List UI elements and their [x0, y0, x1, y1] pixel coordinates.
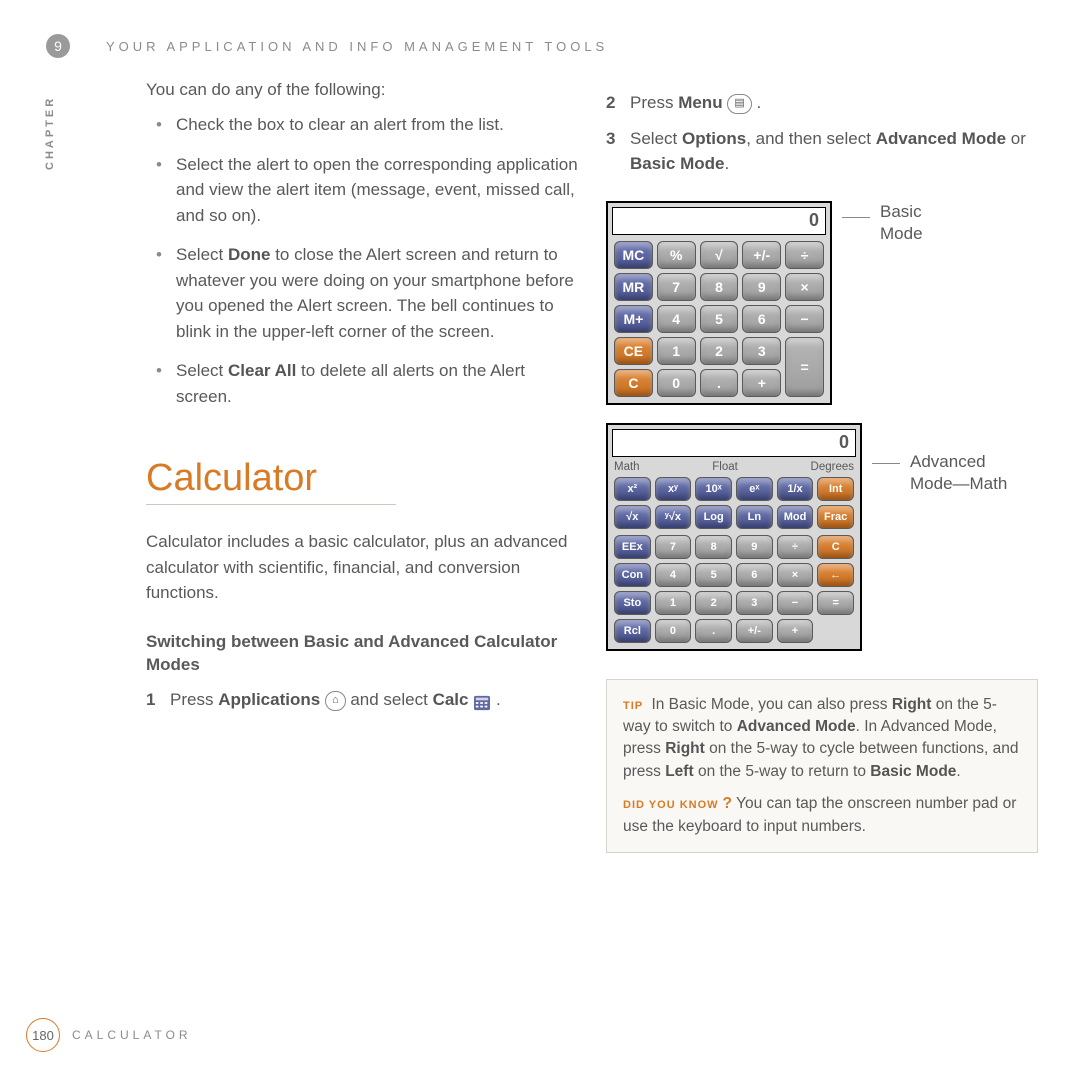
- calc-button[interactable]: MR: [614, 273, 653, 301]
- calc-button[interactable]: 0: [655, 619, 692, 643]
- calc-button[interactable]: 8: [695, 535, 732, 559]
- calc-button[interactable]: 3: [742, 337, 781, 365]
- calc-button[interactable]: 4: [655, 563, 692, 587]
- calc-button[interactable]: 6: [742, 305, 781, 333]
- calc-button[interactable]: 1: [657, 337, 696, 365]
- calc-button[interactable]: 2: [700, 337, 739, 365]
- calc-button[interactable]: EEx: [614, 535, 651, 559]
- calc-button[interactable]: MC: [614, 241, 653, 269]
- calc-button[interactable]: ×: [785, 273, 824, 301]
- calc-button[interactable]: Sto: [614, 591, 651, 615]
- calc-button[interactable]: 4: [657, 305, 696, 333]
- calc-button[interactable]: C: [817, 535, 854, 559]
- tip-box: TIP In Basic Mode, you can also press Ri…: [606, 679, 1038, 854]
- calc-icon: [473, 693, 491, 709]
- calc-button[interactable]: 9: [742, 273, 781, 301]
- adv-tabs: MathFloatDegrees: [612, 461, 856, 475]
- calc-button[interactable]: 2: [695, 591, 732, 615]
- calc-button[interactable]: +: [742, 369, 781, 397]
- dyk-label: DID YOU KNOW: [623, 799, 719, 811]
- bullet-4: Select Clear All to delete all alerts on…: [146, 358, 578, 409]
- calc-button[interactable]: Frac: [817, 505, 854, 529]
- calc-button[interactable]: C: [614, 369, 653, 397]
- step-1: 1 Press Applications ⌂ and select Calc .: [146, 687, 578, 713]
- applications-key-icon: ⌂: [325, 691, 346, 711]
- bullet-3: Select Done to close the Alert screen an…: [146, 242, 578, 344]
- calc-description: Calculator includes a basic calculator, …: [146, 529, 578, 606]
- calc-button[interactable]: 5: [695, 563, 732, 587]
- calculator-basic-figure: 0 MC%√+/-÷MR789×M+456−CE123=C0.+: [606, 201, 832, 405]
- calc-button[interactable]: Log: [695, 505, 732, 529]
- calc-button[interactable]: Mod: [777, 505, 814, 529]
- bullet-1: Check the box to clear an alert from the…: [146, 112, 578, 138]
- calc-button[interactable]: Con: [614, 563, 651, 587]
- basic-mode-label: BasicMode: [880, 201, 923, 245]
- calc-button[interactable]: ×: [777, 563, 814, 587]
- calc-button[interactable]: .: [695, 619, 732, 643]
- calc-button[interactable]: ʸ√x: [655, 505, 692, 529]
- calc-button[interactable]: 1: [655, 591, 692, 615]
- calc-button[interactable]: xʸ: [655, 477, 692, 501]
- left-column: You can do any of the following: Check t…: [146, 80, 578, 853]
- calc-display: 0: [612, 207, 826, 235]
- calc-button[interactable]: ←: [817, 563, 854, 587]
- calc-button[interactable]: −: [777, 591, 814, 615]
- calc-button[interactable]: 7: [655, 535, 692, 559]
- subheading-switch-modes: Switching between Basic and Advanced Cal…: [146, 630, 578, 678]
- page-number: 180: [26, 1018, 60, 1052]
- calc-button[interactable]: 0: [657, 369, 696, 397]
- calc-button[interactable]: +: [777, 619, 814, 643]
- calc-button[interactable]: 7: [657, 273, 696, 301]
- tip-label: TIP: [623, 700, 643, 712]
- calc-button[interactable]: CE: [614, 337, 653, 365]
- calc-button[interactable]: 8: [700, 273, 739, 301]
- right-column: 2 Press Menu ▤ . 3 Select Options, and t…: [606, 80, 1038, 853]
- calc-button[interactable]: M+: [614, 305, 653, 333]
- calc-button[interactable]: −: [785, 305, 824, 333]
- calc-button[interactable]: +/-: [736, 619, 773, 643]
- calc-button[interactable]: 9: [736, 535, 773, 559]
- calc-button[interactable]: x²: [614, 477, 651, 501]
- bullet-2: Select the alert to open the correspondi…: [146, 152, 578, 229]
- callout-leader: [872, 463, 900, 464]
- calc-button[interactable]: Ln: [736, 505, 773, 529]
- calc-button[interactable]: .: [700, 369, 739, 397]
- calc-button[interactable]: eˣ: [736, 477, 773, 501]
- calc-button[interactable]: 1/x: [777, 477, 814, 501]
- calc-button[interactable]: =: [817, 591, 854, 615]
- section-heading-calculator: Calculator: [146, 457, 396, 505]
- calc-button[interactable]: √x: [614, 505, 651, 529]
- calc-button[interactable]: +/-: [742, 241, 781, 269]
- calc-button[interactable]: ÷: [777, 535, 814, 559]
- step-3: 3 Select Options, and then select Advanc…: [606, 126, 1038, 177]
- calc-button[interactable]: 3: [736, 591, 773, 615]
- chapter-number-badge: 9: [46, 34, 70, 58]
- calc-button[interactable]: 6: [736, 563, 773, 587]
- calc-button[interactable]: ÷: [785, 241, 824, 269]
- step-2: 2 Press Menu ▤ .: [606, 90, 1038, 116]
- callout-leader: [842, 217, 870, 218]
- calc-button[interactable]: 10ˣ: [695, 477, 732, 501]
- calc-display-adv: 0: [612, 429, 856, 457]
- footer-section-title: CALCULATOR: [72, 1028, 192, 1042]
- calc-button[interactable]: %: [657, 241, 696, 269]
- calc-button[interactable]: √: [700, 241, 739, 269]
- calc-button[interactable]: Rcl: [614, 619, 651, 643]
- calculator-advanced-figure: 0 MathFloatDegrees x²xʸ10ˣeˣ1/xInt√xʸ√xL…: [606, 423, 862, 651]
- calc-button[interactable]: =: [785, 337, 824, 397]
- advanced-mode-label: AdvancedMode—Math: [910, 451, 1007, 495]
- menu-key-icon: ▤: [727, 94, 751, 114]
- chapter-title: YOUR APPLICATION AND INFO MANAGEMENT TOO…: [84, 39, 608, 54]
- alerts-intro: You can do any of the following:: [146, 80, 578, 100]
- calc-button[interactable]: Int: [817, 477, 854, 501]
- chapter-vertical-label: CHAPTER: [44, 96, 56, 170]
- calc-button[interactable]: 5: [700, 305, 739, 333]
